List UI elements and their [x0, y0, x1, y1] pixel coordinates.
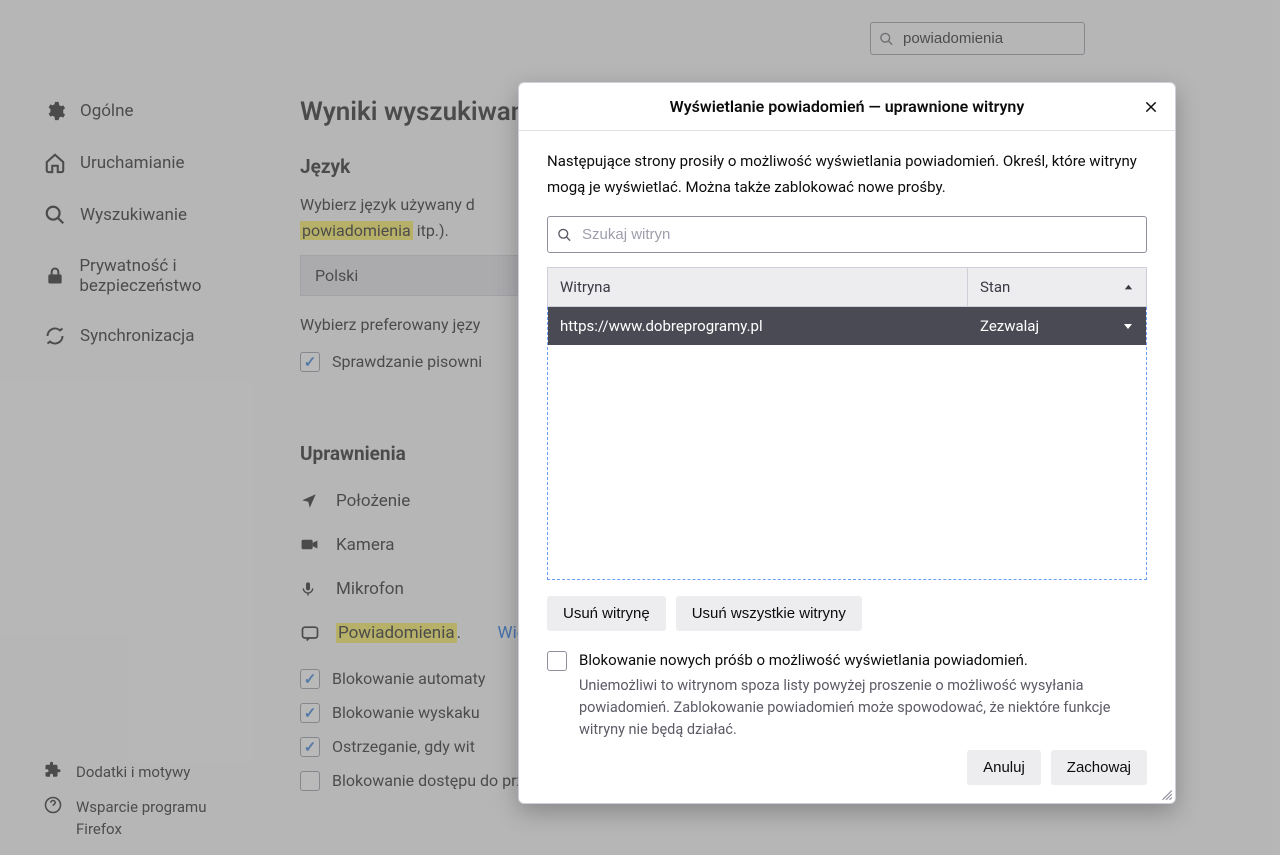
table-row[interactable]: https://www.dobreprogramy.pl Zezwalaj — [548, 307, 1146, 345]
table-body: https://www.dobreprogramy.pl Zezwalaj — [548, 307, 1146, 579]
search-icon — [557, 227, 572, 242]
chevron-down-icon — [1122, 320, 1134, 332]
remove-site-button[interactable]: Usuń witrynę — [547, 596, 666, 631]
resize-handle-icon[interactable] — [1159, 787, 1173, 801]
table-header: Witryna Stan — [547, 267, 1147, 307]
block-new-requests-checkbox[interactable]: ✓ — [547, 651, 567, 671]
notifications-permissions-dialog: Wyświetlanie powiadomień — uprawnione wi… — [518, 82, 1176, 804]
col-site[interactable]: Witryna — [548, 268, 968, 306]
sort-asc-icon — [1123, 282, 1134, 293]
dialog-title: Wyświetlanie powiadomień — uprawnione wi… — [670, 97, 1025, 116]
status-cell[interactable]: Zezwalaj — [968, 307, 1146, 345]
dialog-intro: Następujące strony prosiły o możliwość w… — [547, 149, 1147, 200]
save-button[interactable]: Zachowaj — [1051, 750, 1147, 785]
remove-all-sites-button[interactable]: Usuń wszystkie witryny — [676, 596, 862, 631]
block-new-desc: Uniemożliwi to witrynom spoza listy powy… — [579, 675, 1147, 740]
col-status[interactable]: Stan — [968, 268, 1146, 306]
cancel-button[interactable]: Anuluj — [967, 750, 1041, 785]
site-cell: https://www.dobreprogramy.pl — [548, 307, 968, 345]
close-icon[interactable] — [1137, 93, 1165, 121]
block-new-label: Blokowanie nowych próśb o możliwość wyśw… — [579, 651, 1147, 669]
search-sites-input[interactable] — [547, 216, 1147, 253]
